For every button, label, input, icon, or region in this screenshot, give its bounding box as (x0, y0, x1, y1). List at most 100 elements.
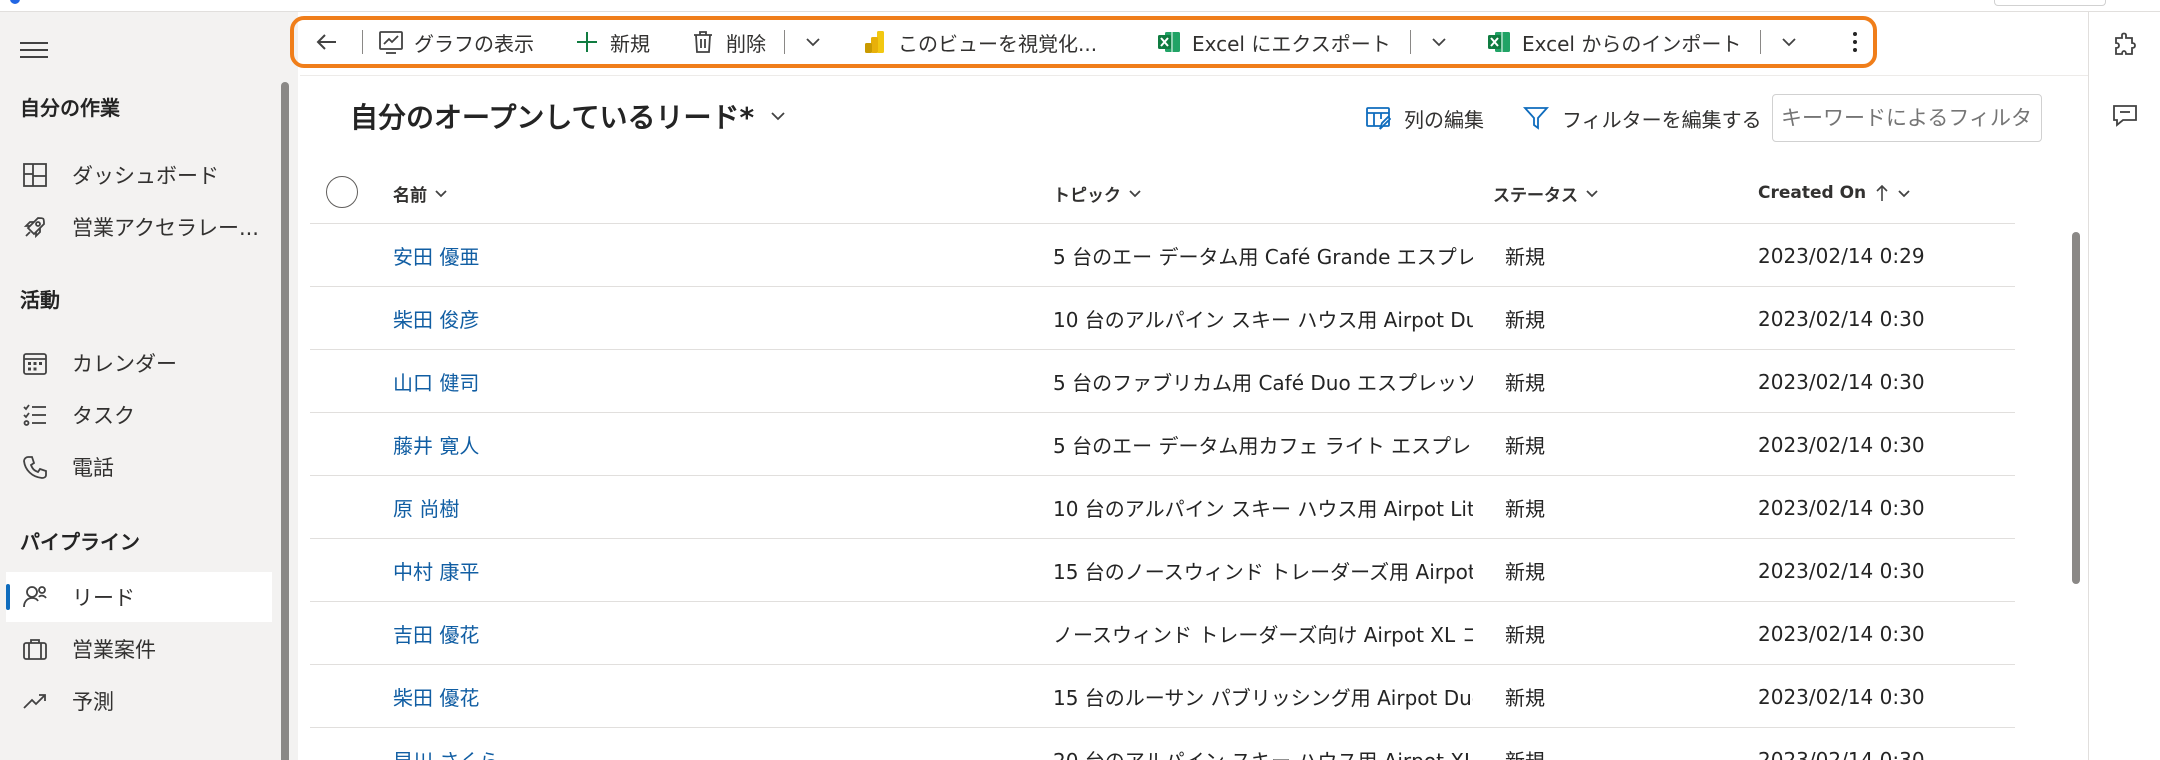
lead-name-link[interactable]: 藤井 寛人 (393, 413, 953, 476)
table-row[interactable]: 原 尚樹 10 台のアルパイン スキー ハウス用 Airpot Lite ... 新… (310, 476, 2015, 539)
edit-columns-icon (1364, 104, 1392, 132)
table-row[interactable]: 柴田 俊彦 10 台のアルパイン スキー ハウス用 Airpot Duo... 新規… (310, 287, 2015, 350)
column-header-created-on[interactable]: Created On (1758, 178, 1912, 208)
column-header-name[interactable]: 名前 (393, 178, 449, 208)
sidebar-scrollbar[interactable] (281, 82, 289, 760)
lead-name-link[interactable]: 柴田 優花 (393, 665, 953, 728)
sidebar-item-sales-accelerator[interactable]: 営業アクセラレー... (6, 202, 272, 252)
export-dropdown-button[interactable] (1426, 24, 1462, 60)
phone-icon (20, 452, 50, 482)
created-on-cell: 2023/02/14 0:30 (1758, 684, 1925, 709)
sidebar-item-forecast[interactable]: 予測 (6, 676, 272, 726)
sidebar-item-label: カレンダー (72, 352, 177, 376)
visualize-view-button[interactable]: このビューを視覚化... (862, 24, 1097, 60)
sidebar-item-label: ダッシュボード (72, 164, 219, 188)
column-header-label: ステータス (1493, 185, 1578, 206)
top-header-bar (0, 0, 2160, 12)
table-row[interactable]: 安田 優亜 5 台のエー データム用 Café Grande エスプレッ... 新規… (310, 224, 2015, 287)
column-header-label: トピック (1053, 185, 1121, 206)
lead-name-link[interactable]: 柴田 俊彦 (393, 287, 953, 350)
import-excel-label: Excel からのインポート (1522, 31, 1742, 56)
status-cell: 新規 (1505, 497, 1545, 521)
import-dropdown-button[interactable] (1776, 24, 1812, 60)
sidebar-item-label: タスク (72, 404, 135, 428)
sidebar-item-dashboard[interactable]: ダッシュボード (6, 150, 272, 200)
toolbar-separator (362, 30, 363, 54)
chevron-down-icon (800, 29, 826, 55)
sidebar-item-tasks[interactable]: タスク (6, 390, 272, 440)
edit-columns-button[interactable]: 列の編集 (1364, 100, 1484, 136)
back-button[interactable] (314, 24, 350, 60)
sidebar-item-opportunities[interactable]: 営業案件 (6, 624, 272, 674)
table-row[interactable]: 柴田 優花 15 台のルーサン パブリッシング用 Airpot Duo ... 新規… (310, 665, 2015, 728)
delete-button[interactable]: 削除 (690, 24, 766, 60)
keyword-filter-input[interactable] (1772, 94, 2042, 142)
toolbar-separator (1410, 30, 1411, 54)
lead-name-link[interactable]: 中村 康平 (393, 539, 953, 602)
table-row[interactable]: 早川 さくら 20 台のアルパイン スキー ハウス用 Airpot XL ... 新… (310, 728, 2015, 760)
topic-cell: 10 台のアルパイン スキー ハウス用 Airpot Duo... (1053, 308, 1473, 332)
right-rail (2088, 12, 2160, 760)
power-bi-icon (862, 29, 888, 55)
lead-name-link[interactable]: 安田 優亜 (393, 224, 953, 287)
status-cell: 新規 (1505, 245, 1545, 269)
table-row[interactable]: 藤井 寛人 5 台のエー データム用カフェ ライト エスプレッソ ... 新規 202… (310, 413, 2015, 476)
sidebar-section-title: 自分の作業 (20, 96, 120, 120)
table-row[interactable]: 吉田 優花 ノースウィンド トレーダーズ向け Airpot XL コーヒ... 新規… (310, 602, 2015, 665)
topic-cell: 15 台のルーサン パブリッシング用 Airpot Duo ... (1053, 686, 1473, 710)
view-selector[interactable]: 自分のオープンしているリード* (350, 96, 788, 136)
topic-cell: 15 台のノースウィンド トレーダーズ用 Airpot XL ... (1053, 560, 1473, 584)
lead-name-link[interactable]: 原 尚樹 (393, 476, 953, 539)
lead-name-link[interactable]: 早川 さくら (393, 728, 953, 760)
created-on-cell: 2023/02/14 0:30 (1758, 621, 1925, 646)
sidebar-item-leads[interactable]: リード (6, 572, 272, 622)
header-button[interactable] (1994, 0, 2106, 6)
sidebar-item-label: 営業案件 (72, 638, 156, 662)
status-cell: 新規 (1505, 728, 1705, 760)
dashboard-icon (20, 160, 50, 190)
status-cell: 新規 (1505, 623, 1545, 647)
task-list-icon (20, 400, 50, 430)
sidebar-item-label: 予測 (72, 690, 114, 714)
delete-dropdown-button[interactable] (800, 24, 836, 60)
column-header-topic[interactable]: トピック (1053, 178, 1143, 208)
sort-ascending-icon (1876, 184, 1888, 201)
show-chart-button[interactable]: グラフの表示 (378, 24, 534, 60)
delete-label: 削除 (726, 31, 766, 56)
chevron-down-icon (771, 112, 785, 121)
status-cell: 新規 (1505, 686, 1545, 710)
topic-cell: 10 台のアルパイン スキー ハウス用 Airpot Lite ... (1053, 497, 1473, 521)
more-commands-button[interactable] (1842, 24, 1878, 60)
briefcase-icon (20, 634, 50, 664)
sidebar-item-calendar[interactable]: カレンダー (6, 338, 272, 388)
created-on-cell: 2023/02/14 0:30 (1758, 558, 1925, 583)
sidebar-item-phone[interactable]: 電話 (6, 442, 272, 492)
topic-cell: 5 台のエー データム用 Café Grande エスプレッ... (1053, 245, 1473, 269)
grid-scrollbar[interactable] (2072, 232, 2080, 584)
edit-filters-button[interactable]: フィルターを編集する (1522, 100, 1762, 136)
table-row[interactable]: 中村 康平 15 台のノースウィンド トレーダーズ用 Airpot XL ... 新… (310, 539, 2015, 602)
column-header-status[interactable]: ステータス (1493, 178, 1600, 208)
created-on-cell: 2023/02/14 0:30 (1758, 495, 1925, 520)
table-row[interactable]: 山口 健司 5 台のファブリカム用 Café Duo エスプレッソ マ... 新規 2… (310, 350, 2015, 413)
lead-name-link[interactable]: 吉田 優花 (393, 602, 953, 665)
person-icon (20, 582, 50, 612)
calendar-icon (20, 348, 50, 378)
chevron-down-icon (1426, 29, 1452, 55)
export-excel-button[interactable]: Excel にエクスポート (1156, 24, 1391, 60)
show-chart-label: グラフの表示 (414, 31, 534, 56)
app-logo (10, 0, 20, 4)
chat-icon[interactable] (2109, 100, 2141, 132)
import-excel-button[interactable]: Excel からのインポート (1486, 24, 1741, 60)
toolbar-separator (1760, 30, 1761, 54)
lead-name-link[interactable]: 山口 健司 (393, 350, 953, 413)
topic-cell: ノースウィンド トレーダーズ向け Airpot XL コーヒ... (1053, 623, 1473, 647)
new-button[interactable]: 新規 (574, 24, 650, 60)
chevron-down-icon (1129, 190, 1141, 198)
trend-icon (20, 686, 50, 716)
created-on-cell: 2023/02/14 0:30 (1758, 306, 1925, 331)
select-all-checkbox[interactable] (326, 176, 358, 208)
puzzle-icon[interactable] (2109, 30, 2141, 62)
hamburger-icon[interactable] (20, 42, 48, 60)
excel-icon (1156, 29, 1182, 55)
